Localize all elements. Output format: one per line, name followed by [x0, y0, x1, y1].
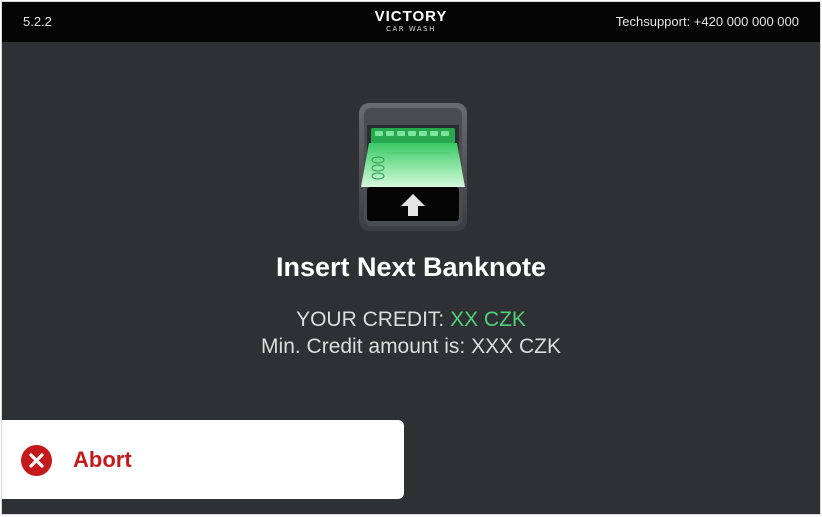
credit-label: YOUR CREDIT: — [296, 308, 451, 331]
credit-info: YOUR CREDIT: XX CZK — [2, 308, 820, 332]
close-circle-icon — [21, 445, 52, 476]
techsupport-contact: Techsupport: +420 000 000 000 — [615, 14, 799, 29]
abort-label: Abort — [73, 447, 132, 472]
kiosk-screen: 5.2.2 VICTORY CAR WASH Techsupport: +420… — [1, 1, 821, 515]
top-bar: 5.2.2 VICTORY CAR WASH Techsupport: +420… — [2, 2, 820, 42]
abort-button[interactable]: Abort — [2, 420, 404, 499]
min-credit-info: Min. Credit amount is: XXX CZK — [261, 335, 561, 358]
banknote-insert-icon — [359, 103, 467, 231]
page-title: Insert Next Banknote — [275, 252, 547, 282]
credit-value: XX CZK — [450, 308, 526, 331]
